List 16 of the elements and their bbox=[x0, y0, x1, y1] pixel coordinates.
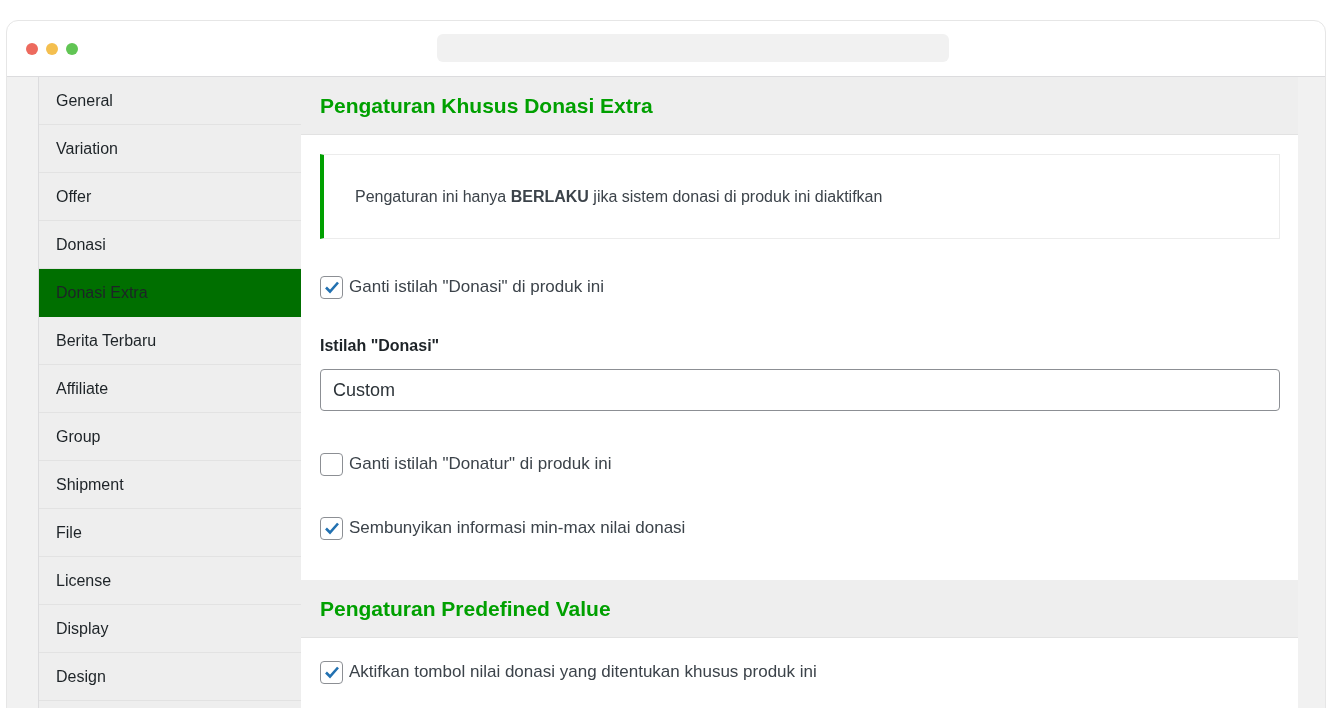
section-title: Pengaturan Predefined Value bbox=[320, 595, 611, 622]
checkbox[interactable] bbox=[320, 516, 343, 540]
checkbox[interactable] bbox=[320, 275, 343, 299]
field-label: Istilah "Donasi" bbox=[320, 336, 441, 356]
check-icon bbox=[323, 280, 340, 294]
checkbox[interactable] bbox=[320, 452, 343, 476]
checkbox-label: Ganti istilah "Donasi" di produk ini bbox=[349, 276, 604, 299]
checkbox[interactable] bbox=[320, 660, 343, 684]
check-icon bbox=[323, 665, 340, 679]
check-icon bbox=[323, 521, 340, 535]
notice-text: Pengaturan ini hanya BERLAKU jika sistem donasi di produk ini diaktifkan bbox=[355, 186, 883, 207]
term-input-field[interactable]: Custom bbox=[320, 369, 1280, 411]
checkbox-label: Sembunyikan informasi min-max nilai donasi bbox=[349, 517, 686, 540]
checkbox-label: Ganti istilah "Donatur" di produk ini bbox=[349, 453, 612, 476]
section-title: Pengaturan Khusus Donasi Extra bbox=[320, 92, 653, 119]
checkbox-label: Aktifkan tombol nilai donasi yang ditentukan khusus produk ini bbox=[349, 661, 817, 684]
